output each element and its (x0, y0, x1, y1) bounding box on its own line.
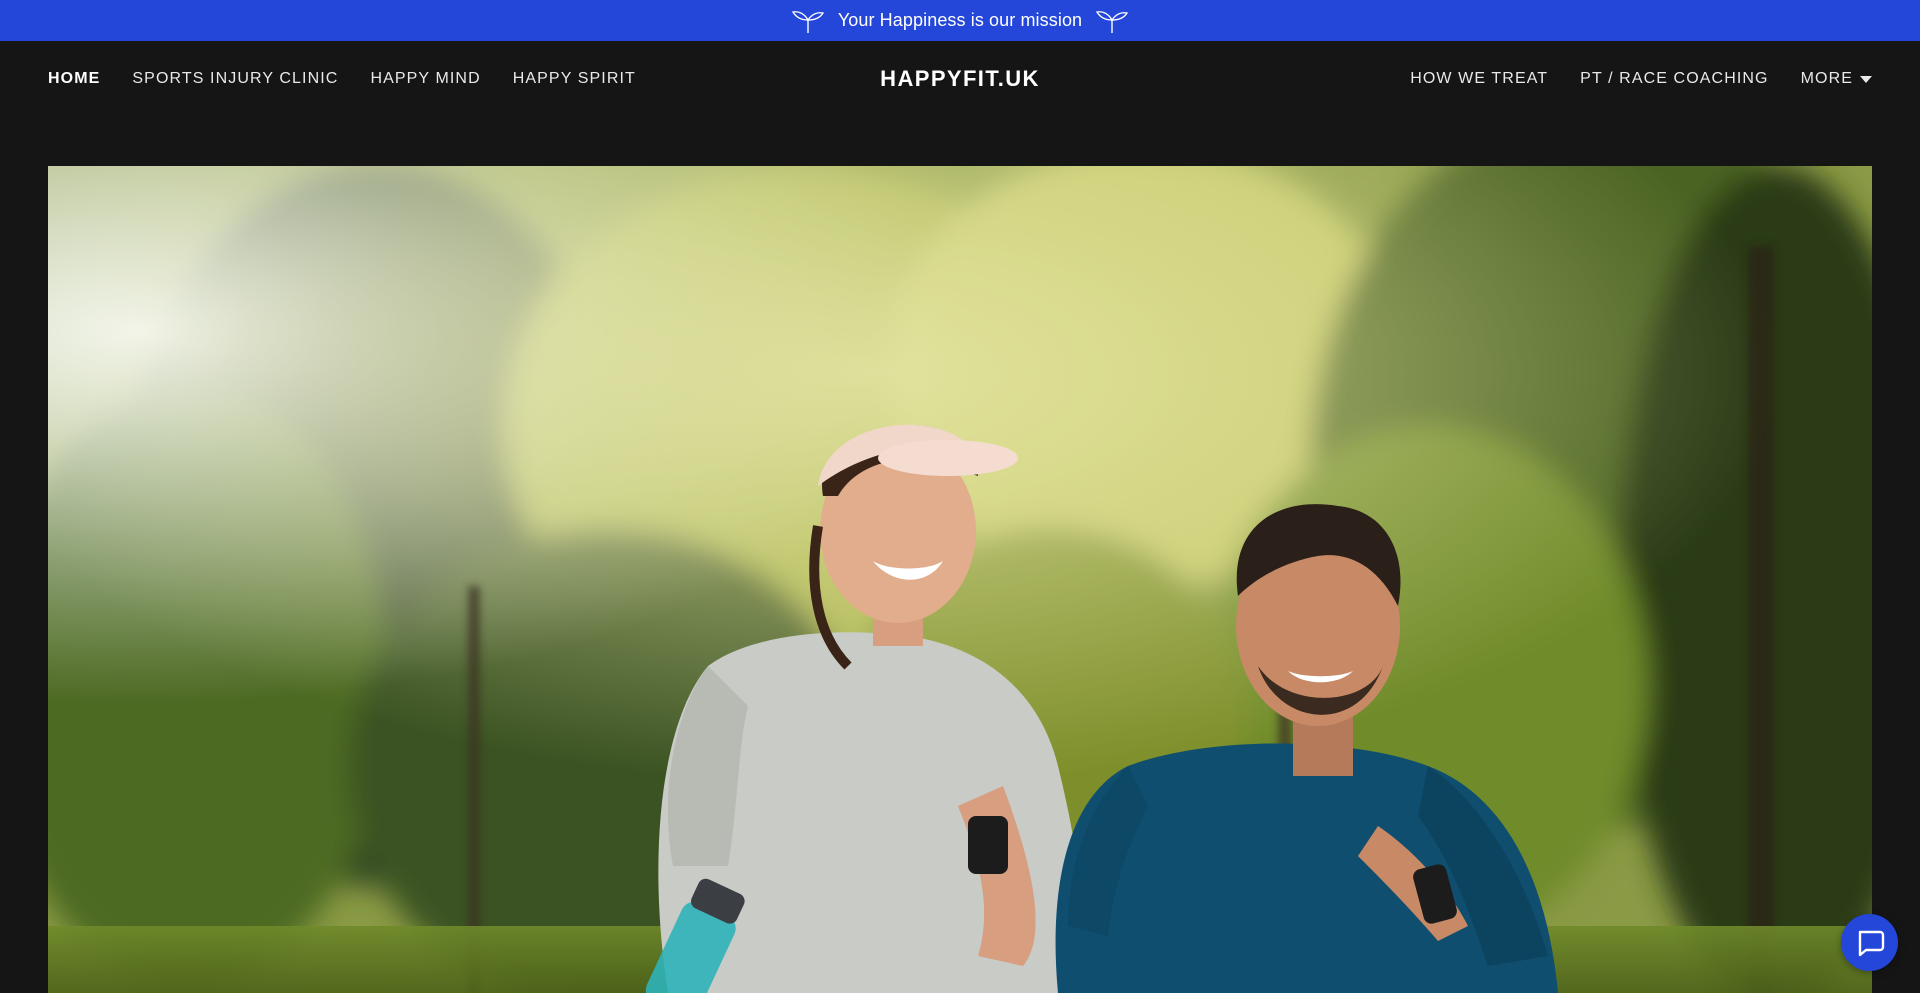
hero-image (48, 166, 1872, 993)
nav-happy-spirit[interactable]: HAPPY SPIRIT (513, 70, 636, 88)
nav-how-we-treat[interactable]: HOW WE TREAT (1410, 70, 1548, 88)
hero-illustration (48, 166, 1872, 993)
chat-bubble-icon (1858, 930, 1884, 956)
nav-home[interactable]: HOME (48, 70, 100, 88)
nav-more-dropdown[interactable]: MORE (1801, 70, 1872, 88)
nav-more-label: MORE (1800, 70, 1853, 87)
caret-down-icon (1860, 75, 1872, 83)
announcement-text: Your Happiness is our mission (837, 10, 1083, 30)
primary-nav-left: HOME SPORTS INJURY CLINIC HAPPY MIND HAP… (48, 41, 668, 117)
sprout-icon (791, 10, 824, 33)
announcement-bar: Your Happiness is our mission (0, 0, 1920, 41)
sprout-icon (1096, 10, 1129, 33)
site-logo-text[interactable]: HAPPYFIT.UK (880, 66, 1040, 92)
chat-button[interactable] (1841, 914, 1898, 971)
primary-nav-right: HOW WE TREAT PT / RACE COACHING MORE (1378, 41, 1872, 117)
nav-happy-mind[interactable]: HAPPY MIND (370, 70, 480, 88)
nav-sports-injury-clinic[interactable]: SPORTS INJURY CLINIC (132, 70, 338, 88)
nav-pt-race-coaching[interactable]: PT / RACE COACHING (1580, 70, 1768, 88)
site-header: HOME SPORTS INJURY CLINIC HAPPY MIND HAP… (0, 41, 1920, 117)
